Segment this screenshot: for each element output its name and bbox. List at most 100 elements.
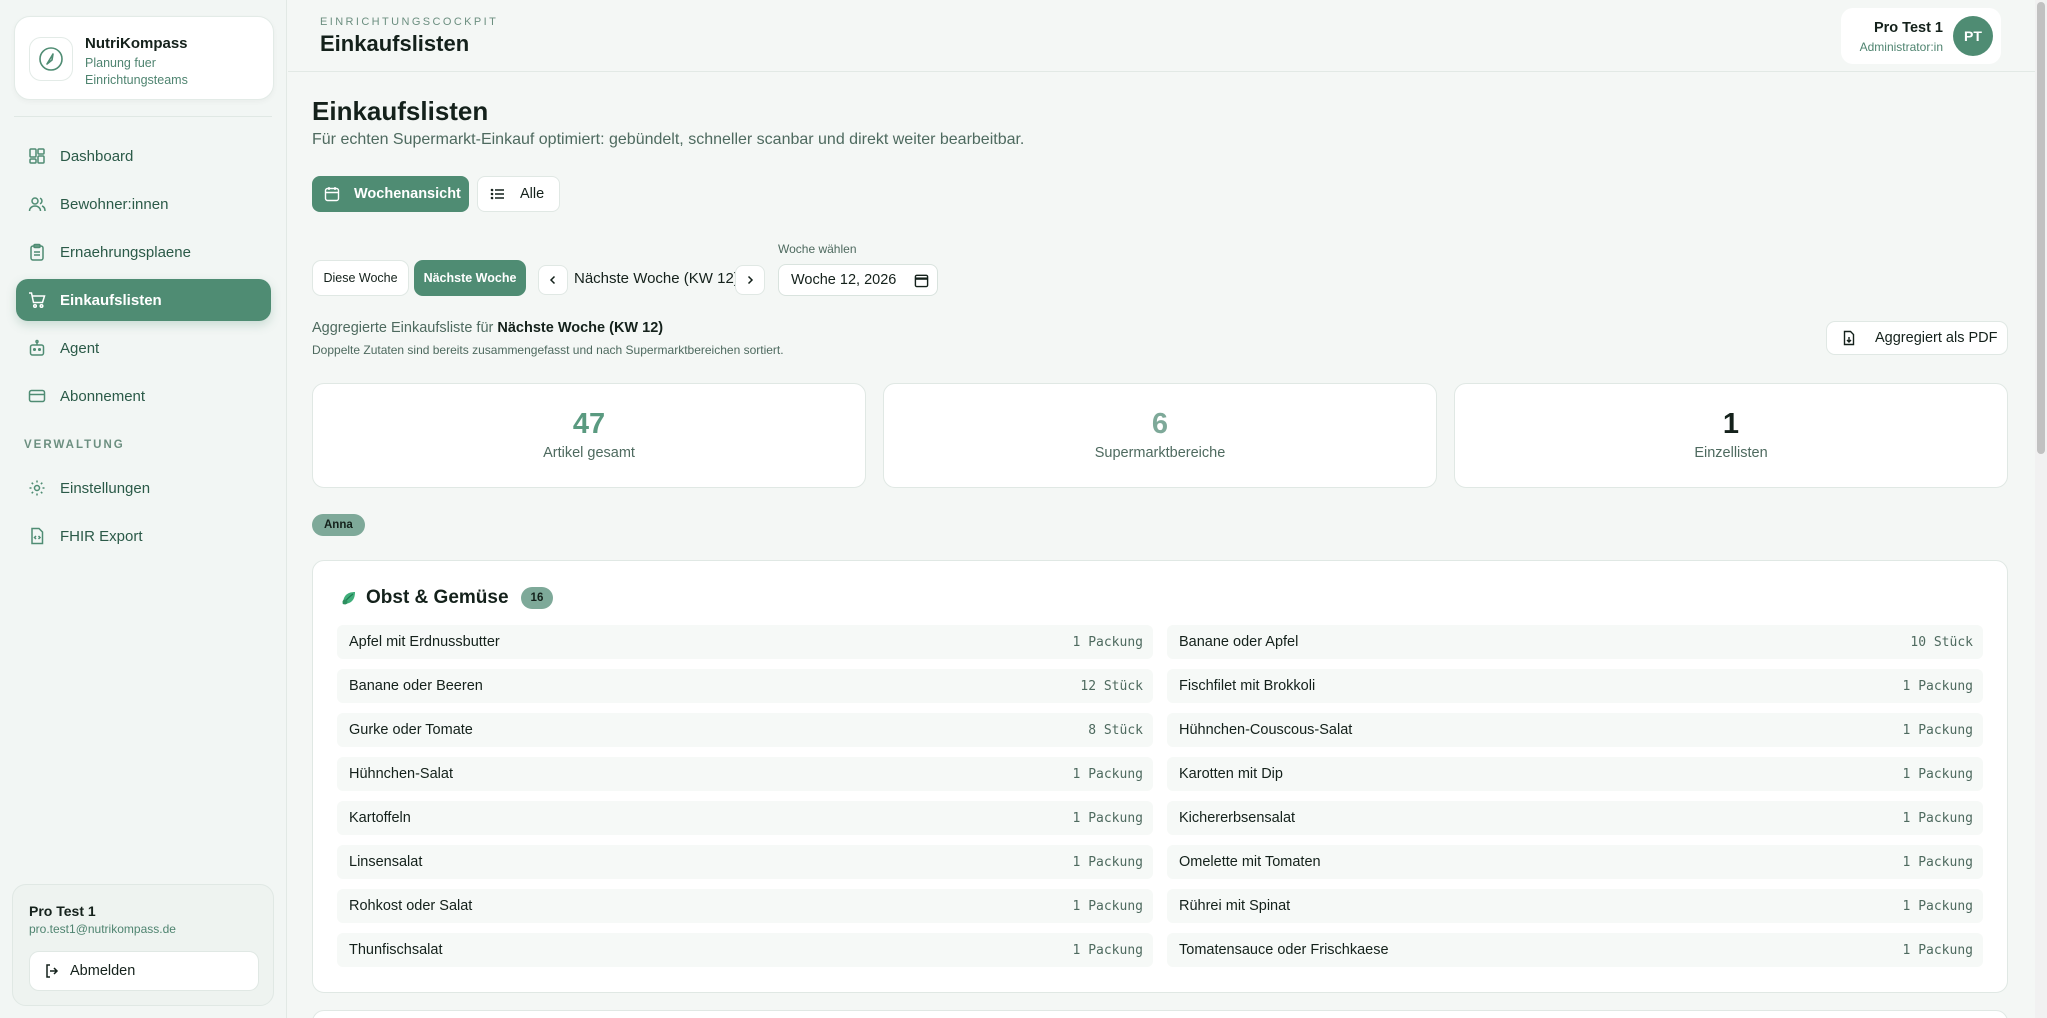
- list-item[interactable]: Rührei mit Spinat 1 Packung: [1167, 889, 1983, 923]
- list-item[interactable]: Banane oder Apfel 10 Stück: [1167, 625, 1983, 659]
- sidebar-item-settings[interactable]: Einstellungen: [16, 467, 271, 509]
- list-item[interactable]: Banane oder Beeren 12 Stück: [337, 669, 1153, 703]
- stat-card-supermarket-sections: 6 Supermarktbereiche: [883, 383, 1437, 488]
- dashboard-icon: [28, 147, 46, 165]
- sidebar-item-label: Einstellungen: [60, 479, 151, 497]
- stat-value: 1: [1722, 408, 1740, 440]
- stat-label: Artikel gesamt: [543, 445, 635, 461]
- all-view-button[interactable]: Alle: [477, 176, 560, 212]
- item-name: Thunfischsalat: [349, 942, 443, 958]
- list-item[interactable]: Gurke oder Tomate 8 Stück: [337, 713, 1153, 747]
- stat-label: Supermarktbereiche: [1094, 445, 1226, 461]
- user-name: Pro Test 1: [1873, 20, 1943, 36]
- item-name: Rührei mit Spinat: [1179, 898, 1291, 914]
- sidebar-item-label: Einkaufslisten: [60, 291, 162, 309]
- section-label-admin: VERWALTUNG: [24, 439, 125, 451]
- sidebar-item-residents[interactable]: Bewohner:innen: [16, 183, 271, 225]
- previous-week-button[interactable]: [538, 265, 568, 295]
- list-item[interactable]: Hühnchen-Couscous-Salat 1 Packung: [1167, 713, 1983, 747]
- file-download-icon: [1841, 330, 1857, 346]
- category-header: Obst & Gemüse 16: [340, 587, 554, 609]
- item-quantity: 10 Stück: [1910, 634, 1973, 650]
- item-name: Rohkost oder Salat: [349, 898, 473, 914]
- next-week-button[interactable]: Nächste Woche: [414, 260, 526, 296]
- item-name: Tomatensauce oder Frischkaese: [1179, 942, 1389, 958]
- item-quantity: 1 Packung: [1902, 810, 1973, 826]
- item-name: Hühnchen-Salat: [349, 766, 453, 782]
- item-quantity: 1 Packung: [1902, 854, 1973, 870]
- stat-card-total-items: 47 Artikel gesamt: [312, 383, 866, 488]
- export-pdf-button[interactable]: Aggregiert als PDF: [1826, 321, 2008, 355]
- week-picker-input[interactable]: Woche 12, 2026: [778, 264, 938, 296]
- chevron-right-icon: [744, 274, 756, 286]
- list-item[interactable]: Tomatensauce oder Frischkaese 1 Packung: [1167, 933, 1983, 967]
- weekly-view-label: Wochenansicht: [354, 186, 461, 202]
- item-quantity: 12 Stück: [1080, 678, 1143, 694]
- user-menu[interactable]: Pro Test 1 Administrator:in PT: [1841, 8, 2001, 64]
- sidebar-item-agent[interactable]: Agent: [16, 327, 271, 369]
- credit-card-icon: [28, 387, 46, 405]
- this-week-button[interactable]: Diese Woche: [312, 260, 409, 296]
- list-item[interactable]: Thunfischsalat 1 Packung: [337, 933, 1153, 967]
- sidebar-item-label: Abonnement: [60, 387, 146, 405]
- stat-card-single-lists: 1 Einzellisten: [1454, 383, 2008, 488]
- topbar-kicker: EINRICHTUNGSCOCKPIT: [320, 16, 499, 28]
- stat-label: Einzellisten: [1694, 445, 1768, 461]
- item-name: Gurke oder Tomate: [349, 722, 473, 738]
- page-subtitle: Für echten Supermarkt-Einkauf optimiert:…: [312, 131, 1025, 148]
- sidebar-user-email: pro.test1@nutrikompass.de: [29, 922, 176, 936]
- sidebar: NutriKompass Planung fuer Einrichtungste…: [0, 0, 287, 1018]
- cart-icon: [28, 291, 46, 309]
- aggregate-heading: Aggregierte Einkaufsliste für Nächste Wo…: [312, 320, 663, 336]
- list-item[interactable]: Karotten mit Dip 1 Packung: [1167, 757, 1983, 791]
- list-item[interactable]: Linsensalat 1 Packung: [337, 845, 1153, 879]
- logout-button[interactable]: Abmelden: [29, 951, 259, 991]
- item-quantity: 1 Packung: [1902, 942, 1973, 958]
- avatar[interactable]: PT: [1953, 16, 1993, 56]
- week-picker-value: Woche 12, 2026: [791, 272, 897, 288]
- scrollbar-thumb[interactable]: [2037, 2, 2045, 454]
- item-name: Fischfilet mit Brokkoli: [1179, 678, 1316, 694]
- item-quantity: 1 Packung: [1902, 678, 1973, 694]
- page-scrollbar[interactable]: [2035, 0, 2047, 1018]
- item-name: Omelette mit Tomaten: [1179, 854, 1321, 870]
- bot-icon: [28, 339, 46, 357]
- stat-value: 6: [1151, 408, 1169, 440]
- list-item[interactable]: Kichererbsensalat 1 Packung: [1167, 801, 1983, 835]
- resident-chip[interactable]: Anna: [312, 514, 365, 536]
- sidebar-item-label: Ernaehrungsplaene: [60, 243, 191, 261]
- weekly-view-button[interactable]: Wochenansicht: [312, 176, 469, 212]
- list-item[interactable]: Fischfilet mit Brokkoli 1 Packung: [1167, 669, 1983, 703]
- sidebar-item-dashboard[interactable]: Dashboard: [16, 135, 271, 177]
- item-quantity: 1 Packung: [1072, 854, 1143, 870]
- sidebar-item-fhir-export[interactable]: FHIR Export: [16, 515, 271, 557]
- list-item[interactable]: Kartoffeln 1 Packung: [337, 801, 1153, 835]
- next-week-arrow-button[interactable]: [735, 265, 765, 295]
- sidebar-item-nutrition-plans[interactable]: Ernaehrungsplaene: [16, 231, 271, 273]
- list-item[interactable]: Apfel mit Erdnussbutter 1 Packung: [337, 625, 1153, 659]
- item-name: Apfel mit Erdnussbutter: [349, 634, 500, 650]
- item-name: Kartoffeln: [349, 810, 411, 826]
- item-name: Hühnchen-Couscous-Salat: [1179, 722, 1353, 738]
- sidebar-item-label: Bewohner:innen: [60, 195, 169, 213]
- brand-tagline: Planung fuer Einrichtungsteams: [85, 56, 188, 87]
- week-picker-label: Woche wählen: [778, 242, 857, 256]
- brand-card[interactable]: NutriKompass Planung fuer Einrichtungste…: [14, 16, 274, 100]
- category-title: Obst & Gemüse: [366, 587, 509, 608]
- item-quantity: 1 Packung: [1902, 898, 1973, 914]
- item-quantity: 1 Packung: [1072, 766, 1143, 782]
- list-icon: [490, 186, 506, 202]
- item-name: Banane oder Beeren: [349, 678, 483, 694]
- sidebar-item-shopping-lists[interactable]: Einkaufslisten: [16, 279, 271, 321]
- item-name: Karotten mit Dip: [1179, 766, 1283, 782]
- list-item[interactable]: Hühnchen-Salat 1 Packung: [337, 757, 1153, 791]
- item-quantity: 1 Packung: [1902, 766, 1973, 782]
- list-item[interactable]: Rohkost oder Salat 1 Packung: [337, 889, 1153, 923]
- aggregate-prefix: Aggregierte Einkaufsliste für: [312, 320, 494, 336]
- file-code-icon: [28, 527, 46, 545]
- calendar-icon[interactable]: [914, 273, 929, 288]
- logout-label: Abmelden: [70, 963, 136, 979]
- sidebar-item-label: FHIR Export: [60, 527, 143, 545]
- list-item[interactable]: Omelette mit Tomaten 1 Packung: [1167, 845, 1983, 879]
- sidebar-item-subscription[interactable]: Abonnement: [16, 375, 271, 417]
